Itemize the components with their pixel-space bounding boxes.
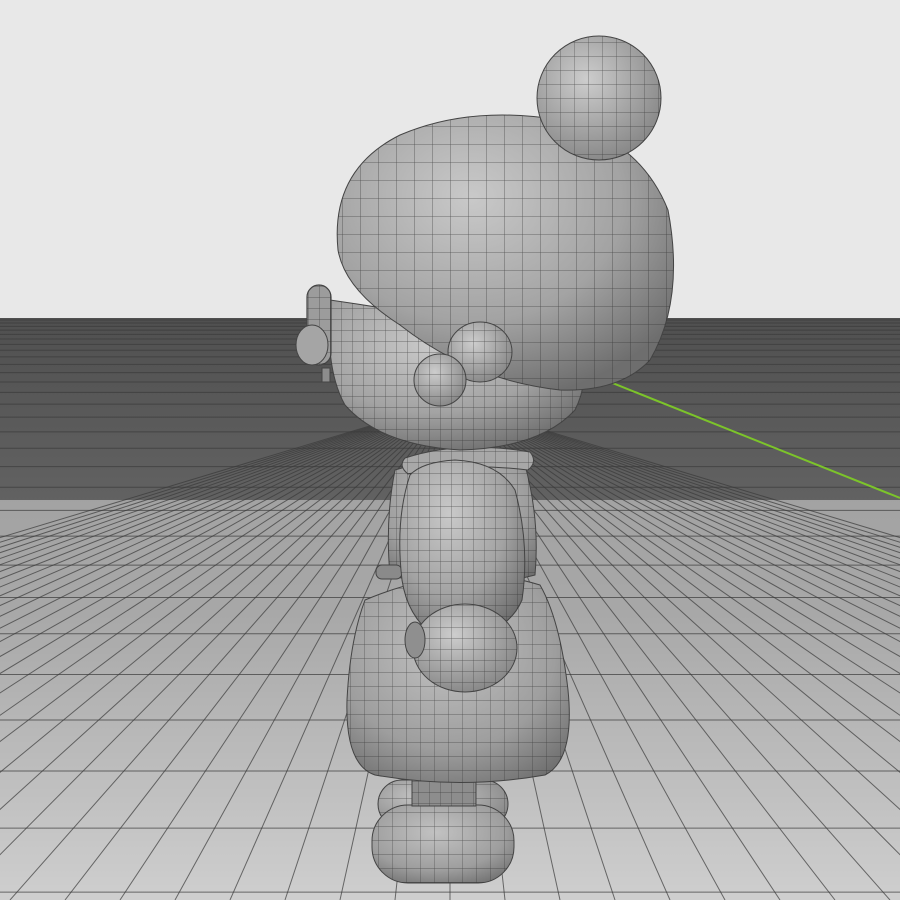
hair-bun[interactable]	[536, 35, 662, 161]
cheek[interactable]	[413, 353, 467, 407]
3d-viewport[interactable]	[0, 0, 900, 900]
button-detail	[375, 564, 403, 580]
viewport-canvas[interactable]	[0, 0, 900, 900]
